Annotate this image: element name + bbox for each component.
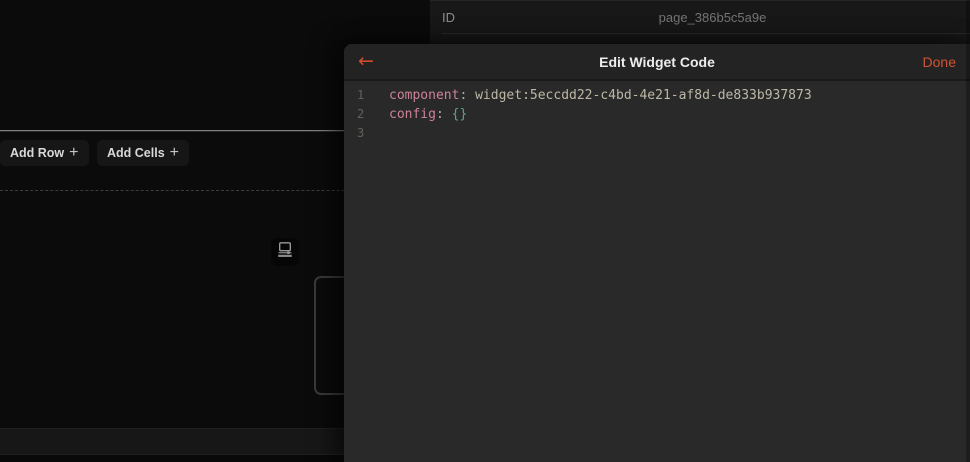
plus-icon: + (69, 144, 79, 161)
done-button[interactable]: Done (923, 54, 956, 70)
edit-widget-code-modal: ← Edit Widget Code Done 1 component: wid… (344, 44, 970, 462)
line-number: 2 (357, 107, 365, 121)
add-row-button-label: Add Row (10, 146, 65, 160)
line-number: 1 (357, 88, 365, 102)
code-text: component: widget:5eccdd22-c4bd-4e21-af8… (389, 88, 812, 103)
add-cells-button-label: Add Cells (107, 146, 165, 160)
add-row-button[interactable]: Add Row + (0, 140, 89, 166)
line-number: 3 (357, 126, 365, 140)
code-line: 1 component: widget:5eccdd22-c4bd-4e21-a… (344, 86, 970, 105)
widget-monitor-button[interactable] (271, 238, 299, 266)
scrollbar-track[interactable] (966, 0, 970, 462)
monitor-icon (274, 239, 296, 266)
modal-title: Edit Widget Code (599, 53, 715, 70)
id-field-label: ID (442, 9, 455, 25)
code-line: 2 config: {} (344, 105, 970, 124)
code-editor[interactable]: 1 component: widget:5eccdd22-c4bd-4e21-a… (344, 81, 970, 143)
id-field-row: ID page_386b5c5a9e (442, 1, 970, 34)
properties-panel: ID page_386b5c5a9e (430, 0, 970, 44)
code-line: 3 (344, 124, 970, 143)
back-arrow-icon[interactable]: ← (358, 52, 374, 71)
code-text: config: {} (389, 107, 468, 122)
add-cells-button[interactable]: Add Cells + (97, 140, 189, 166)
modal-header: ← Edit Widget Code Done (344, 44, 970, 81)
id-field-value[interactable]: page_386b5c5a9e (455, 10, 970, 25)
plus-icon: + (169, 144, 179, 161)
